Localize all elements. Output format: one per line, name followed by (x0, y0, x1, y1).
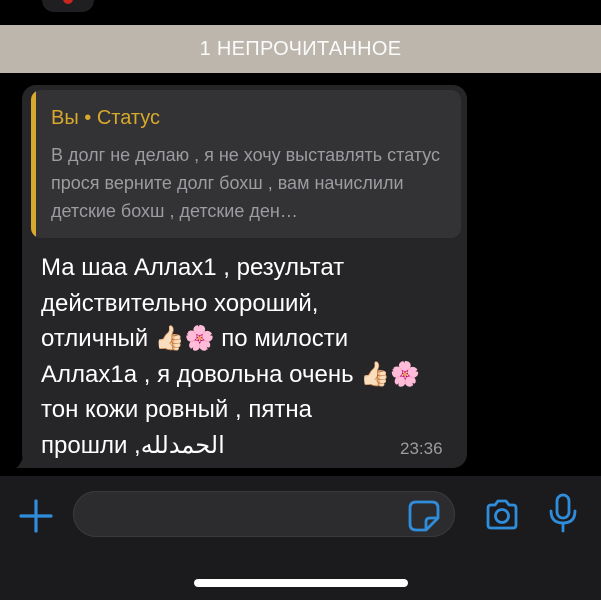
sticker-button[interactable] (406, 499, 442, 533)
reply-quote[interactable]: Вы • Статус В долг не делаю , я не хочу … (31, 90, 461, 238)
quote-text: В долг не делаю , я не хочу выставлять с… (51, 145, 441, 221)
camera-button[interactable] (482, 495, 522, 535)
message-timestamp: 23:36 (400, 439, 443, 458)
plus-icon (19, 499, 53, 533)
message-input[interactable] (73, 491, 455, 537)
red-indicator-icon (63, 0, 73, 4)
top-partial-element (42, 0, 94, 12)
sticker-icon (408, 500, 440, 532)
quote-accent-bar (31, 90, 36, 238)
microphone-icon (549, 493, 577, 533)
unread-banner-label: 1 НЕПРОЧИТАННОЕ (199, 37, 402, 60)
quote-title: Вы • Статус (51, 107, 161, 129)
microphone-button[interactable] (546, 492, 580, 534)
home-indicator[interactable] (194, 579, 408, 587)
message-text: Ма шаа Аллах1 , результат действительно … (41, 254, 421, 459)
camera-icon (486, 499, 518, 530)
unread-messages-banner: 1 НЕПРОЧИТАННОЕ (0, 25, 601, 73)
attach-button[interactable] (16, 496, 56, 536)
